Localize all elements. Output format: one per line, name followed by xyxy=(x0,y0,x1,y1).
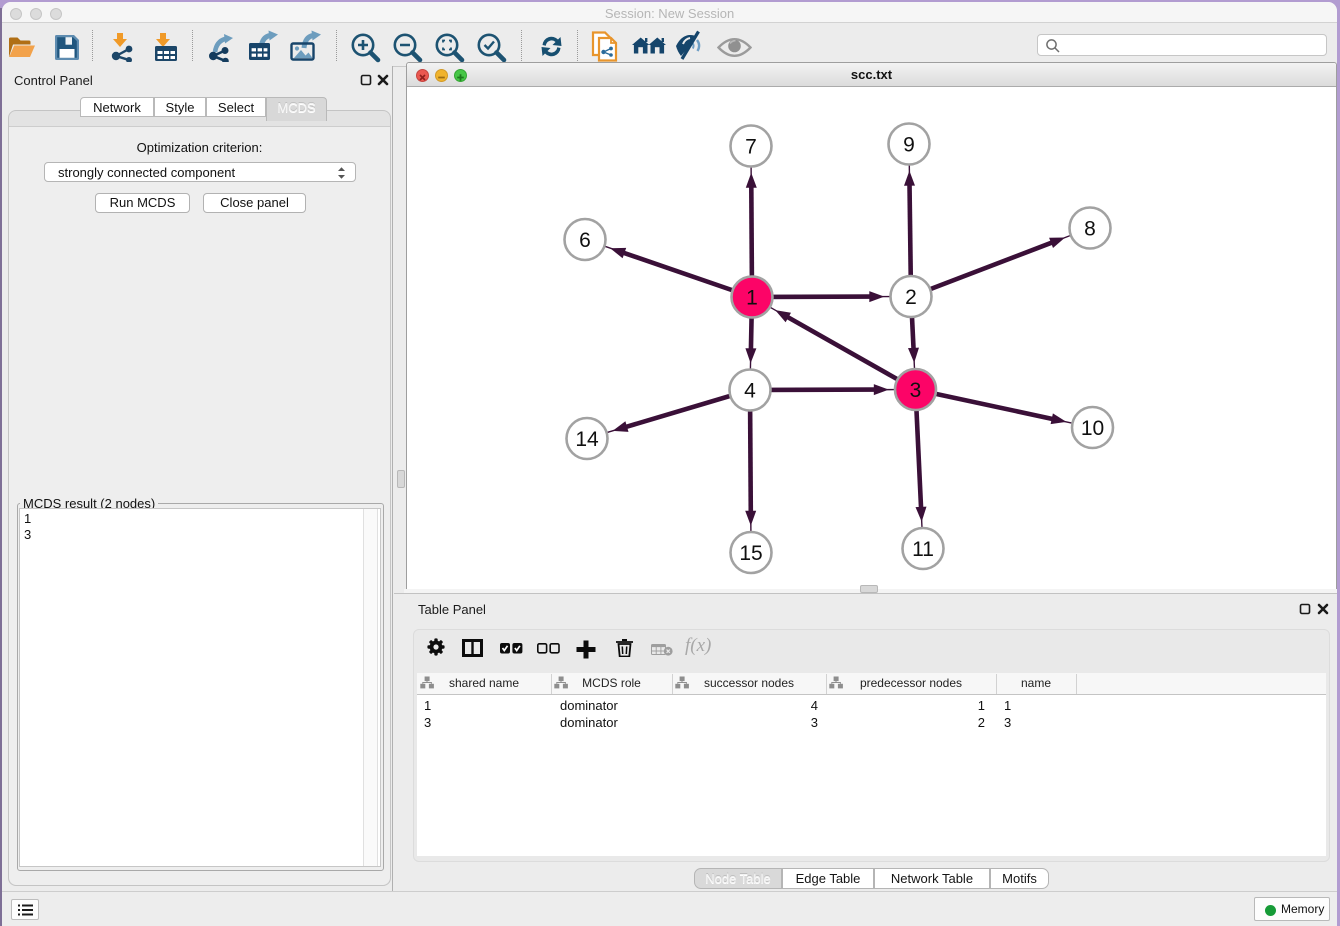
svg-text:8: 8 xyxy=(1084,218,1096,241)
svg-text:3: 3 xyxy=(910,379,922,402)
svg-text:2: 2 xyxy=(905,286,917,309)
svg-text:7: 7 xyxy=(745,136,757,159)
svg-text:4: 4 xyxy=(744,380,756,403)
svg-text:6: 6 xyxy=(579,229,591,252)
svg-text:1: 1 xyxy=(746,287,758,310)
svg-text:15: 15 xyxy=(739,542,762,565)
svg-text:14: 14 xyxy=(575,428,599,451)
svg-text:9: 9 xyxy=(903,134,915,157)
svg-text:11: 11 xyxy=(912,538,934,561)
svg-text:10: 10 xyxy=(1081,417,1104,440)
